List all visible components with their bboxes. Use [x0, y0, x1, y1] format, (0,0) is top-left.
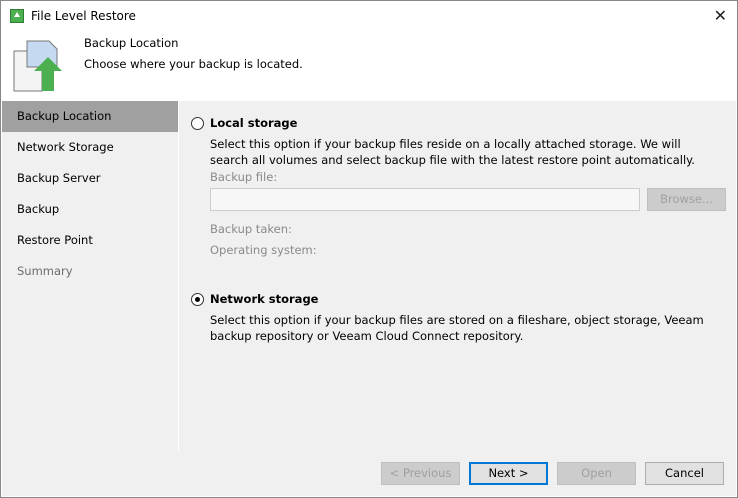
close-icon[interactable]: ✕ — [714, 6, 727, 25]
page-title: Backup Location — [84, 36, 179, 50]
local-storage-label: Local storage — [210, 116, 298, 130]
radio-circle-icon — [191, 116, 204, 130]
local-storage-description: Select this option if your backup files … — [210, 137, 695, 167]
radio-selected-icon — [191, 292, 204, 306]
operating-system-label: Operating system: — [210, 243, 317, 257]
app-icon — [10, 9, 24, 23]
next-button[interactable]: Next > — [469, 462, 548, 485]
restore-document-icon — [13, 40, 62, 92]
network-storage-radio[interactable]: Network storage — [191, 292, 318, 306]
step-backup-server[interactable]: Backup Server — [2, 163, 178, 194]
network-storage-label: Network storage — [210, 292, 319, 306]
step-summary[interactable]: Summary — [2, 256, 178, 287]
browse-button[interactable]: Browse... — [647, 188, 726, 211]
wizard-footer: < Previous Next > Open Cancel — [2, 451, 736, 496]
window-title: File Level Restore — [31, 9, 136, 23]
network-storage-description: Select this option if your backup files … — [210, 313, 704, 343]
step-backup-location[interactable]: Backup Location — [2, 101, 178, 132]
backup-file-input[interactable] — [210, 188, 640, 211]
main-panel: Local storage Select this option if your… — [179, 101, 736, 451]
backup-taken-label: Backup taken: — [210, 222, 292, 236]
backup-file-label: Backup file: — [210, 170, 278, 184]
page-subtitle: Choose where your backup is located. — [84, 57, 303, 71]
previous-button[interactable]: < Previous — [381, 462, 460, 485]
cancel-button[interactable]: Cancel — [645, 462, 724, 485]
open-button[interactable]: Open — [557, 462, 636, 485]
wizard-steps: Backup Location Network Storage Backup S… — [2, 101, 178, 451]
local-storage-radio[interactable]: Local storage — [191, 116, 297, 130]
step-backup[interactable]: Backup — [2, 194, 178, 225]
file-level-restore-window: File Level Restore ✕ Backup Location Cho… — [0, 0, 738, 498]
title-bar: File Level Restore ✕ — [1, 1, 737, 31]
step-restore-point[interactable]: Restore Point — [2, 225, 178, 256]
step-network-storage[interactable]: Network Storage — [2, 132, 178, 163]
